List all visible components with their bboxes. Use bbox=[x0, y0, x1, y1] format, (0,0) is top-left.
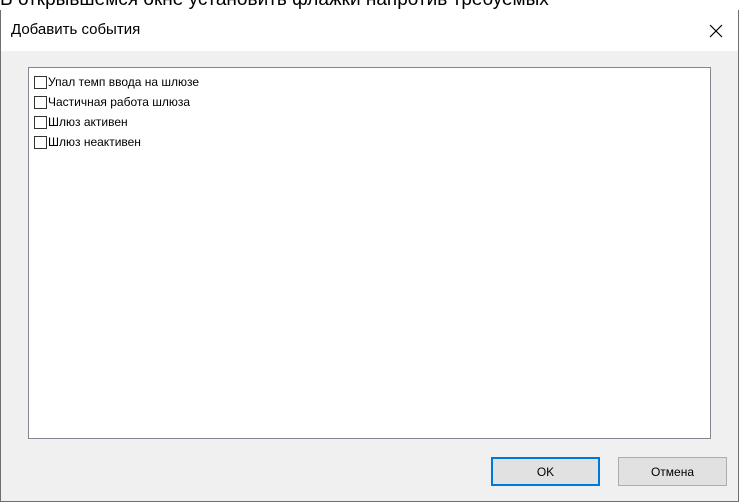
list-item[interactable]: Шлюз неактивен bbox=[33, 132, 710, 152]
event-label: Шлюз активен bbox=[48, 115, 128, 129]
events-checklist[interactable]: Упал темп ввода на шлюзе Частичная работ… bbox=[28, 67, 711, 439]
close-button[interactable] bbox=[694, 10, 738, 51]
list-item[interactable]: Частичная работа шлюза bbox=[33, 92, 710, 112]
event-label: Шлюз неактивен bbox=[48, 135, 141, 149]
ok-button[interactable]: OK bbox=[491, 457, 600, 486]
event-label: Частичная работа шлюза bbox=[48, 95, 191, 109]
cancel-button[interactable]: Отмена bbox=[618, 457, 727, 486]
event-label: Упал темп ввода на шлюзе bbox=[48, 75, 200, 89]
list-item[interactable]: Шлюз активен bbox=[33, 112, 710, 132]
event-checkbox[interactable] bbox=[34, 115, 47, 129]
dialog-title: Добавить события bbox=[11, 21, 141, 38]
event-checkbox[interactable] bbox=[34, 95, 47, 109]
event-checkbox[interactable] bbox=[34, 135, 47, 149]
background-caption: В открывшемся окне установить флажки нап… bbox=[0, 0, 549, 10]
add-events-dialog: Добавить события Упал темп ввода на шлюз… bbox=[0, 10, 739, 502]
dialog-titlebar: Добавить события bbox=[1, 10, 738, 51]
page: В открывшемся окне установить флажки нап… bbox=[0, 0, 740, 503]
close-icon bbox=[709, 24, 723, 37]
event-checkbox[interactable] bbox=[34, 75, 47, 89]
list-item[interactable]: Упал темп ввода на шлюзе bbox=[33, 72, 710, 92]
